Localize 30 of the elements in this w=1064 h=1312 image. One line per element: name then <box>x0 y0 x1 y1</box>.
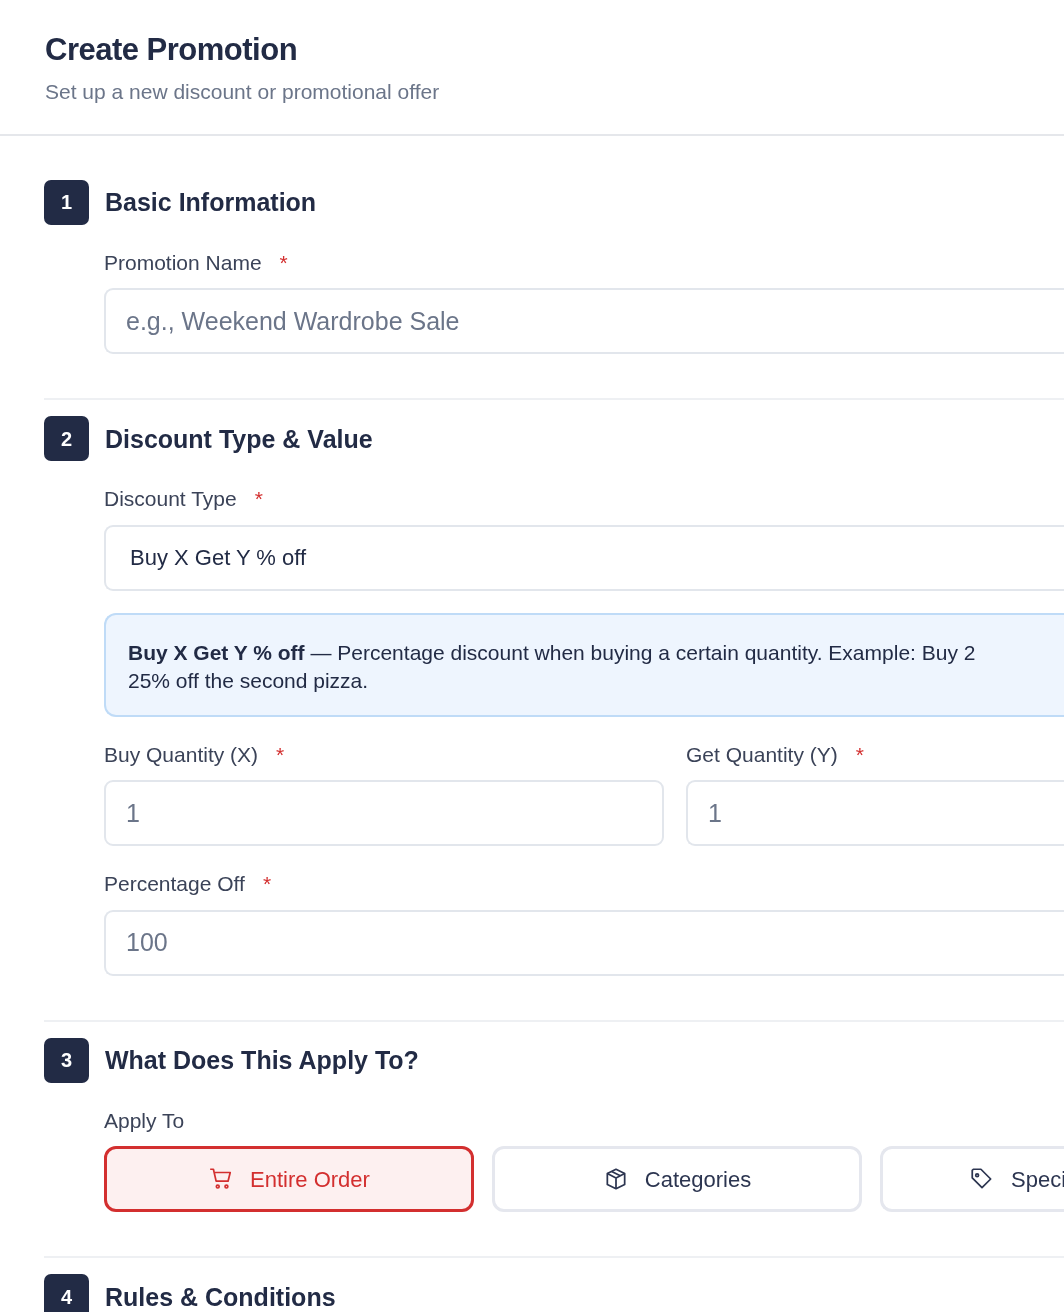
info-text: Buy X Get Y % off — Percentage discount when buying a certain quantity. Example: Buy 2 25% off the second pizza. <box>104 612 1064 717</box>
field-label: Buy Quantity (X) <box>104 741 259 768</box>
section-title: Discount Type & Value <box>105 423 373 454</box>
select-field[interactable]: Buy X Get Y % off <box>104 524 1064 591</box>
apply-option[interactable]: Entire Order <box>104 1146 474 1213</box>
section-title: Rules & Conditions <box>105 1281 336 1312</box>
step-number: 2 <box>44 416 89 462</box>
step-number: 3 <box>44 1037 89 1083</box>
step-number: 1 <box>44 179 89 225</box>
input-field[interactable]: 1 <box>104 780 664 847</box>
section-title: Basic Information <box>105 187 317 218</box>
field-label: Percentage Off <box>104 871 245 898</box>
step-number: 4 <box>44 1274 89 1312</box>
input-field[interactable]: 100 <box>104 909 1064 976</box>
input-field[interactable]: 1 <box>686 780 1064 847</box>
required-mark: * <box>262 871 272 898</box>
input-field[interactable]: e.g., Weekend Wardrobe Sale <box>104 288 1064 355</box>
required-mark: * <box>279 249 288 276</box>
required-mark: * <box>855 741 864 768</box>
apply-option[interactable]: Categories <box>492 1146 862 1213</box>
required-mark: * <box>254 486 263 513</box>
page-subtitle: Set up a new discount or promotional offer <box>45 79 441 106</box>
field-label: Get Quantity (Y) <box>686 741 838 768</box>
field-label: Apply To <box>104 1107 185 1134</box>
required-mark: * <box>276 741 285 768</box>
field-label: Promotion Name <box>104 249 262 276</box>
page-title: Create Promotion <box>45 31 299 69</box>
section-title: What Does This Apply To? <box>105 1045 419 1076</box>
apply-option[interactable]: Speci <box>880 1146 1064 1213</box>
field-label: Discount Type <box>104 486 237 513</box>
